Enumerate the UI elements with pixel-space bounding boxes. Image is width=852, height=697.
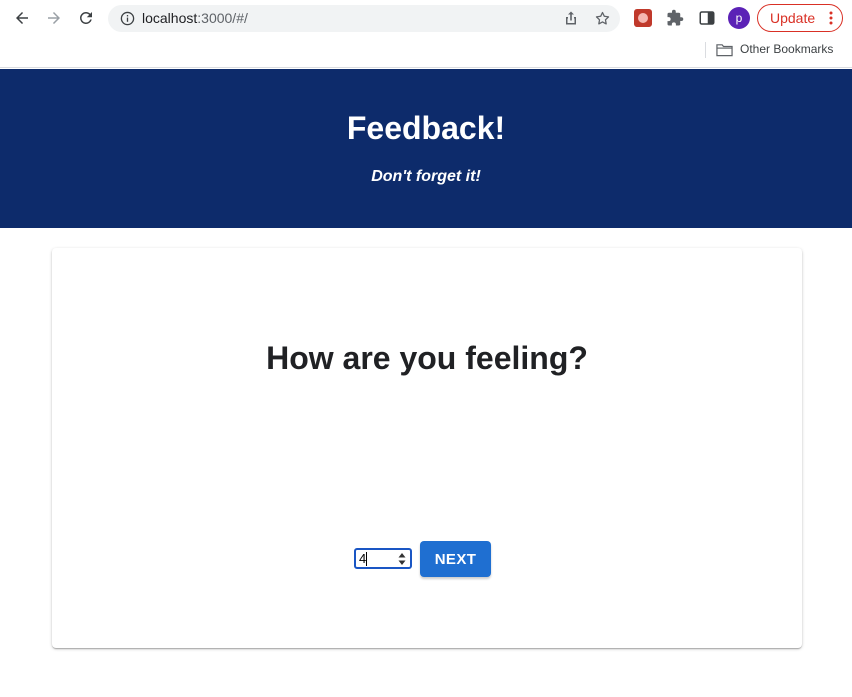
- stepper-arrows-icon[interactable]: [398, 552, 406, 566]
- back-icon[interactable]: [10, 6, 34, 30]
- bookmarks-separator: [705, 42, 706, 58]
- forward-icon[interactable]: [42, 6, 66, 30]
- app-header: Feedback! Don't forget it!: [0, 69, 852, 228]
- reload-icon[interactable]: [74, 6, 98, 30]
- bookmarks-bar: Other Bookmarks: [0, 36, 852, 68]
- bookmark-star-icon[interactable]: [594, 10, 611, 27]
- feedback-card: How are you feeling? 4 NEXT: [52, 248, 802, 648]
- page-title: Feedback!: [346, 110, 506, 146]
- browser-toolbar: localhost:3000/#/ p Update: [0, 0, 852, 36]
- text-caret: [366, 552, 367, 566]
- folder-icon[interactable]: [716, 43, 733, 57]
- rating-number-input[interactable]: 4: [354, 548, 412, 569]
- next-button[interactable]: NEXT: [420, 541, 491, 577]
- page-subtitle: Don't forget it!: [371, 168, 481, 185]
- extension-icon[interactable]: [634, 9, 652, 27]
- update-label: Update: [770, 10, 816, 26]
- info-icon[interactable]: [120, 11, 135, 26]
- other-bookmarks-link[interactable]: Other Bookmarks: [740, 42, 833, 56]
- question-heading: How are you feeling?: [266, 340, 588, 376]
- profile-avatar[interactable]: p: [728, 7, 750, 29]
- share-icon[interactable]: [563, 10, 579, 26]
- side-panel-icon[interactable]: [698, 9, 716, 27]
- address-bar[interactable]: localhost:3000/#/: [108, 5, 620, 32]
- more-menu-icon: [829, 11, 833, 25]
- update-button[interactable]: Update: [757, 4, 843, 32]
- puzzle-icon[interactable]: [666, 9, 684, 27]
- url-text: localhost:3000/#/: [142, 10, 248, 26]
